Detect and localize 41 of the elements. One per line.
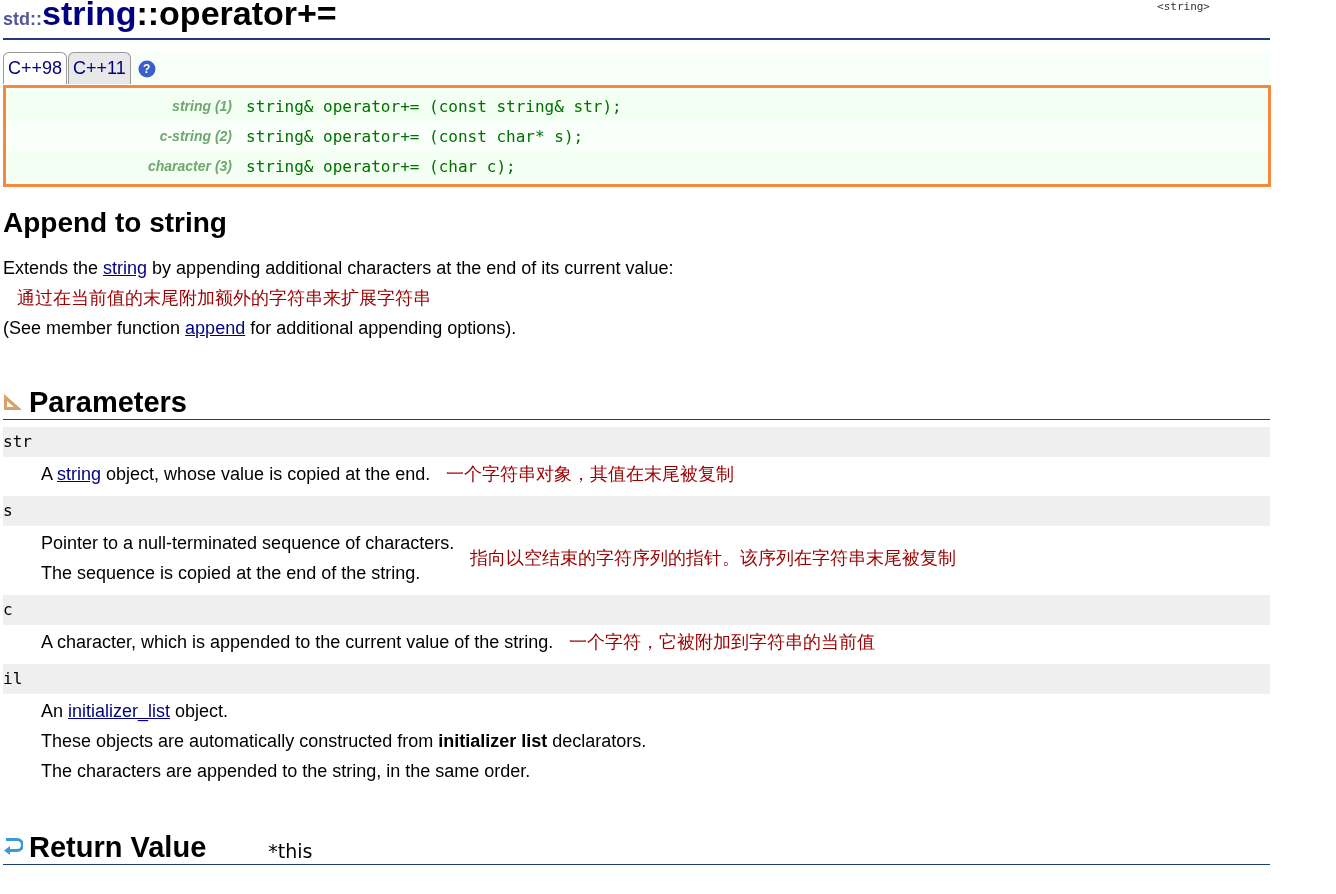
version-tab[interactable]: C++98 (3, 52, 68, 84)
return-arrow-icon (3, 838, 23, 856)
annotation-text: 指向以空结束的字符序列的指针。该序列在字符串末尾被复制 (469, 546, 957, 570)
annotation-text: 一个字符串对象，其值在末尾被复制 (445, 462, 735, 486)
signature-label: string (1) (171, 98, 233, 114)
body-text: An (41, 701, 65, 721)
body-text: A (41, 464, 54, 484)
signature-label: c-string (2) (158, 128, 233, 144)
body-text: object. (174, 701, 229, 721)
code-line: string& operator+= (char c); (246, 156, 516, 176)
section-heading: Parameters (29, 385, 187, 419)
signature-label: character (3) (146, 158, 233, 174)
link[interactable]: append (185, 318, 246, 338)
parameter-name: il (3, 664, 1270, 694)
body-text: (See member function (3, 318, 182, 338)
body-text: The sequence is copied at the end of the string. (41, 563, 421, 583)
annotation-text: 一个字符，它被附加到字符串的当前值 (568, 630, 876, 654)
section-heading: Append to string (3, 207, 228, 239)
parameter-name: s (3, 496, 1270, 526)
header-text: <string> (1157, 0, 1210, 13)
body-text: by appending additional characters at the end of its current value: (151, 258, 674, 278)
body-text: Extends the (3, 258, 100, 278)
link[interactable]: string (57, 464, 102, 484)
return-value-text: *this (268, 840, 313, 862)
body-text: A character, which is appended to the current value of the string. (41, 632, 554, 652)
page-title: std::string::operator+= (3, 0, 337, 34)
help-label[interactable]: ? (137, 60, 156, 78)
version-tab[interactable]: C++11 (68, 52, 131, 84)
section-heading: Return Value (29, 830, 207, 864)
code-line: string& operator+= (const char* s); (246, 126, 584, 146)
body-text: object, whose value is copied at the end. (105, 464, 431, 484)
parameter-name: c (3, 595, 1270, 625)
body-text: Pointer to a null-terminated sequence of characters. (41, 533, 455, 553)
parameter-name: str (3, 427, 1270, 457)
body-text: These objects are automatically constructed from initializer list declarators. (41, 731, 647, 751)
body-text: The characters are appended to the string, in the same order. (41, 761, 531, 781)
link[interactable]: initializer_list (68, 701, 171, 721)
body-text: for additional appending options). (249, 318, 517, 338)
code-line: string& operator+= (const string& str); (246, 96, 622, 116)
link[interactable]: string (103, 258, 148, 278)
annotation-text: 通过在当前值的末尾附加额外的字符串来扩展字符串 (16, 287, 431, 308)
